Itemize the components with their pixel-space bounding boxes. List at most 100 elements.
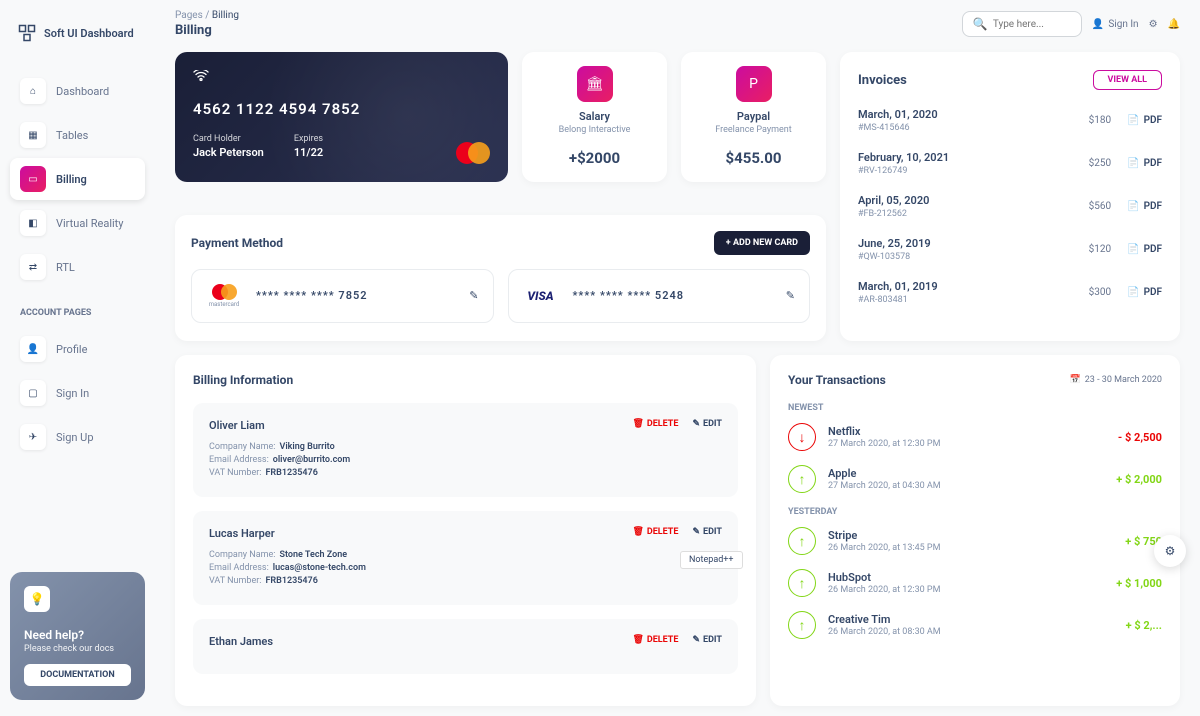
help-subtitle: Please check our docs (24, 644, 131, 654)
pdf-button[interactable]: 📄PDF (1127, 287, 1162, 298)
invoices-title: Invoices (858, 73, 907, 88)
edit-icon[interactable]: ✎ (786, 289, 795, 302)
signin-icon: ▢ (20, 380, 46, 406)
transaction-row: ↑HubSpot26 March 2020, at 12:30 PM+ $ 1,… (788, 569, 1162, 597)
pdf-icon: 📄 (1127, 158, 1139, 169)
sidebar: Soft UI Dashboard ⌂Dashboard ▦Tables ▭Bi… (0, 0, 155, 716)
nav-tables[interactable]: ▦Tables (10, 114, 145, 156)
card-expires: 11/22 (294, 146, 323, 159)
help-title: Need help? (24, 628, 131, 642)
nav-rtl[interactable]: ⇄RTL (10, 246, 145, 288)
tables-icon: ▦ (20, 122, 46, 148)
delete-button[interactable]: 🗑DELETE (632, 419, 678, 429)
pdf-button[interactable]: 📄PDF (1127, 115, 1162, 126)
signup-icon: ✈ (20, 424, 46, 450)
invoice-row: March, 01, 2019#AR-803481$300📄PDF (858, 280, 1162, 305)
invoice-row: March, 01, 2020#MS-415646$180📄PDF (858, 108, 1162, 133)
payment-method-panel: Payment Method + ADD NEW CARD mastercard… (175, 215, 826, 341)
pdf-button[interactable]: 📄PDF (1127, 201, 1162, 212)
transactions-panel: Your Transactions 📅23 - 30 March 2020 NE… (770, 355, 1180, 706)
search-box[interactable]: 🔍 (962, 11, 1082, 37)
transaction-row: ↑Apple27 March 2020, at 04:30 AM+ $ 2,00… (788, 465, 1162, 493)
logo[interactable]: Soft UI Dashboard (10, 16, 145, 50)
pdf-button[interactable]: 📄PDF (1127, 244, 1162, 255)
settings-float-button[interactable]: ⚙ (1154, 535, 1186, 567)
billing-title: Billing Information (193, 373, 738, 387)
nav-signin[interactable]: ▢Sign In (10, 372, 145, 414)
logo-text: Soft UI Dashboard (44, 27, 134, 40)
section-account: ACCOUNT PAGES (10, 298, 145, 328)
payment-title: Payment Method (191, 236, 283, 250)
pencil-icon: ✎ (692, 635, 700, 645)
billing-item: Ethan James🗑DELETE✎EDIT (193, 619, 738, 674)
payment-card: mastercard**** **** **** 7852✎ (191, 269, 494, 323)
transactions-title: Your Transactions (788, 373, 886, 387)
arrow-up-icon: ↑ (788, 465, 816, 493)
signin-link[interactable]: 👤Sign In (1092, 19, 1139, 30)
pdf-icon: 📄 (1127, 201, 1139, 212)
arrow-up-icon: ↑ (788, 569, 816, 597)
trash-icon: 🗑 (632, 635, 643, 645)
arrow-up-icon: ↑ (788, 527, 816, 555)
edit-button[interactable]: ✎EDIT (692, 527, 722, 537)
transaction-row: ↓Netflix27 March 2020, at 12:30 PM- $ 2,… (788, 423, 1162, 451)
notepad-tag[interactable]: Notepad++ (680, 551, 743, 569)
transaction-row: ↑Stripe26 March 2020, at 13:45 PM+ $ 750 (788, 527, 1162, 555)
bank-icon: 🏛 (577, 66, 613, 102)
nav-signup[interactable]: ✈Sign Up (10, 416, 145, 458)
vr-icon: ◧ (20, 210, 46, 236)
billing-item: Oliver Liam🗑DELETE✎EDITCompany Name:Viki… (193, 403, 738, 497)
visa-icon: VISA (527, 289, 553, 303)
nav-profile[interactable]: 👤Profile (10, 328, 145, 370)
edit-icon[interactable]: ✎ (469, 289, 478, 302)
viewall-button[interactable]: VIEW ALL (1093, 70, 1162, 90)
trash-icon: 🗑 (632, 419, 643, 429)
user-icon: 👤 (1092, 19, 1104, 30)
billing-info-panel: Billing Information Oliver Liam🗑DELETE✎E… (175, 355, 756, 706)
topbar: Pages / Billing Billing 🔍 👤Sign In ⚙ 🔔 (175, 10, 1180, 38)
paypal-icon: P (736, 66, 772, 102)
stat-paypal: P Paypal Freelance Payment $455.00 (681, 52, 826, 182)
edit-button[interactable]: ✎EDIT (692, 635, 722, 645)
nav-dashboard[interactable]: ⌂Dashboard (10, 70, 145, 112)
bell-icon[interactable]: 🔔 (1168, 19, 1180, 30)
settings-icon[interactable]: ⚙ (1149, 19, 1158, 30)
invoice-row: June, 25, 2019#QW-103578$120📄PDF (858, 237, 1162, 262)
pencil-icon: ✎ (692, 527, 700, 537)
mastercard-icon (456, 142, 490, 164)
delete-button[interactable]: 🗑DELETE (632, 635, 678, 645)
billing-icon: ▭ (20, 166, 46, 192)
calendar-icon: 📅 (1070, 375, 1081, 385)
mastercard-icon (212, 284, 237, 300)
pdf-icon: 📄 (1127, 115, 1139, 126)
documentation-button[interactable]: DOCUMENTATION (24, 664, 131, 686)
logo-icon (18, 24, 36, 42)
arrow-up-icon: ↑ (788, 611, 816, 639)
nav-billing[interactable]: ▭Billing (10, 158, 145, 200)
billing-item: Lucas Harper🗑DELETE✎EDITCompany Name:Sto… (193, 511, 738, 605)
rtl-icon: ⇄ (20, 254, 46, 280)
transactions-range: 📅23 - 30 March 2020 (1070, 375, 1163, 385)
home-icon: ⌂ (20, 78, 46, 104)
breadcrumb: Pages / Billing (175, 10, 239, 21)
pdf-icon: 📄 (1127, 244, 1139, 255)
invoices-panel: Invoices VIEW ALL March, 01, 2020#MS-415… (840, 52, 1180, 341)
pdf-icon: 📄 (1127, 287, 1139, 298)
nav-vr[interactable]: ◧Virtual Reality (10, 202, 145, 244)
edit-button[interactable]: ✎EDIT (692, 419, 722, 429)
help-card: 💡 Need help? Please check our docs DOCUM… (10, 572, 145, 700)
card-number: 4562 1122 4594 7852 (193, 100, 490, 118)
profile-icon: 👤 (20, 336, 46, 362)
card-holder: Jack Peterson (193, 146, 264, 159)
wifi-icon (193, 70, 490, 86)
page-title: Billing (175, 23, 239, 38)
pdf-button[interactable]: 📄PDF (1127, 158, 1162, 169)
add-card-button[interactable]: + ADD NEW CARD (714, 231, 810, 255)
search-input[interactable] (993, 19, 1071, 30)
delete-button[interactable]: 🗑DELETE (632, 527, 678, 537)
invoice-row: April, 05, 2020#FB-212562$560📄PDF (858, 194, 1162, 219)
arrow-down-icon: ↓ (788, 423, 816, 451)
lightbulb-icon: 💡 (24, 586, 50, 612)
credit-card: 4562 1122 4594 7852 Card HolderJack Pete… (175, 52, 508, 182)
invoice-row: February, 10, 2021#RV-126749$250📄PDF (858, 151, 1162, 176)
